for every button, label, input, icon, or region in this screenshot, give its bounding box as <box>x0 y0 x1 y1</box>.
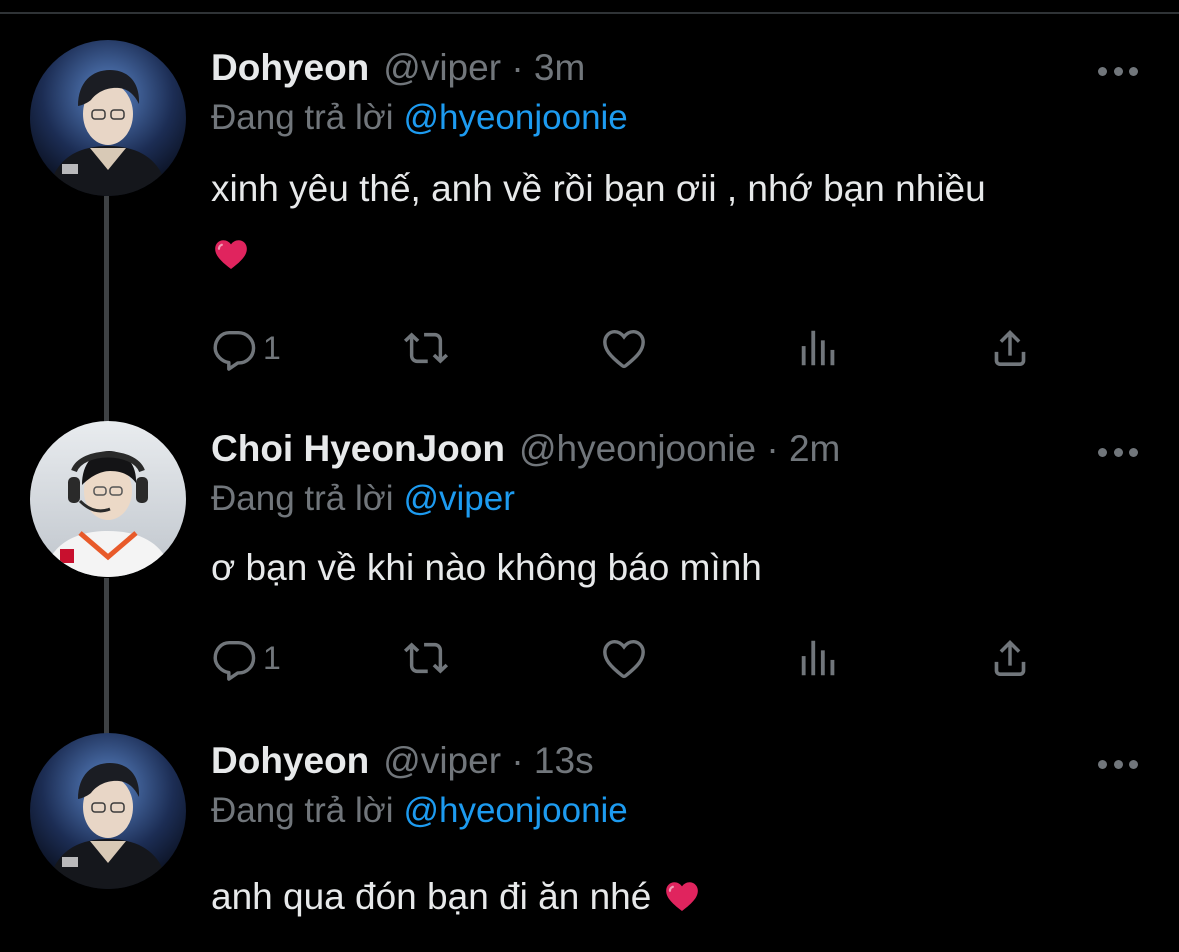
tweet-header: Dohyeon @viper · 13s <box>211 733 594 789</box>
reply-button[interactable]: 1 <box>211 630 281 686</box>
avatar[interactable] <box>30 421 186 577</box>
share-icon <box>987 635 1033 681</box>
views-icon <box>796 635 842 681</box>
top-divider <box>0 0 1179 14</box>
display-name[interactable]: Dohyeon <box>211 40 369 96</box>
tweet-text-content: xinh yêu thế, anh về rồi bạn ơii , nhớ b… <box>211 168 986 209</box>
mention-link[interactable]: @hyeonjoonie <box>403 791 627 830</box>
tweet[interactable]: Choi HyeonJoon @hyeonjoonie · 2m Đang tr… <box>0 421 1179 711</box>
reply-prefix: Đang trả lời <box>211 98 394 137</box>
action-bar: 1 <box>211 320 1051 376</box>
views-icon <box>796 325 842 371</box>
more-icon[interactable] <box>1098 757 1138 771</box>
like-icon <box>601 325 647 371</box>
handle-time[interactable]: @viper · 3m <box>383 40 585 96</box>
like-button[interactable] <box>601 320 647 376</box>
retweet-icon <box>403 635 449 681</box>
reply-button[interactable]: 1 <box>211 320 281 376</box>
reply-context: Đang trả lời @hyeonjoonie <box>211 92 628 144</box>
action-bar: 1 <box>211 630 1051 686</box>
reply-count: 1 <box>263 329 281 366</box>
avatar[interactable] <box>30 40 186 196</box>
tweet[interactable]: Dohyeon @viper · 13s Đang trả lời @hyeonj… <box>0 733 1179 952</box>
red-heart-emoji <box>662 877 702 915</box>
tweet-header: Choi HyeonJoon @hyeonjoonie · 2m <box>211 421 840 477</box>
display-name[interactable]: Choi HyeonJoon <box>211 421 505 477</box>
more-icon[interactable] <box>1098 445 1138 459</box>
tweet-header: Dohyeon @viper · 3m <box>211 40 585 96</box>
tweet-text-content: ơ bạn về khi nào không báo mình <box>211 547 762 588</box>
reply-context: Đang trả lời @viper <box>211 473 515 525</box>
red-heart-emoji <box>211 235 251 273</box>
retweet-button[interactable] <box>403 630 449 686</box>
retweet-icon <box>403 325 449 371</box>
reply-prefix: Đang trả lời <box>211 791 394 830</box>
tweet-text-content: anh qua đón bạn đi ăn nhé <box>211 876 652 917</box>
share-button[interactable] <box>987 320 1033 376</box>
display-name[interactable]: Dohyeon <box>211 733 369 789</box>
views-button[interactable] <box>796 630 842 686</box>
like-icon <box>601 635 647 681</box>
reply-icon <box>211 325 257 371</box>
reply-icon <box>211 635 257 681</box>
retweet-button[interactable] <box>403 320 449 376</box>
mention-link[interactable]: @hyeonjoonie <box>403 98 627 137</box>
more-icon[interactable] <box>1098 64 1138 78</box>
reply-context: Đang trả lời @hyeonjoonie <box>211 785 628 837</box>
views-button[interactable] <box>796 320 842 376</box>
mention-link[interactable]: @viper <box>403 479 514 518</box>
reply-prefix: Đang trả lời <box>211 479 394 518</box>
tweet[interactable]: Dohyeon @viper · 3m Đang trả lời @hyeonjo… <box>0 40 1179 400</box>
share-button[interactable] <box>987 630 1033 686</box>
tweet-text: anh qua đón bạn đi ăn nhé <box>211 864 1151 930</box>
handle-time[interactable]: @hyeonjoonie · 2m <box>519 421 840 477</box>
like-button[interactable] <box>601 630 647 686</box>
tweet-text: ơ bạn về khi nào không báo mình <box>211 535 1151 601</box>
reply-count: 1 <box>263 639 281 676</box>
avatar[interactable] <box>30 733 186 889</box>
share-icon <box>987 325 1033 371</box>
tweet-text: xinh yêu thế, anh về rồi bạn ơii , nhớ b… <box>211 156 1151 288</box>
handle-time[interactable]: @viper · 13s <box>383 733 593 789</box>
